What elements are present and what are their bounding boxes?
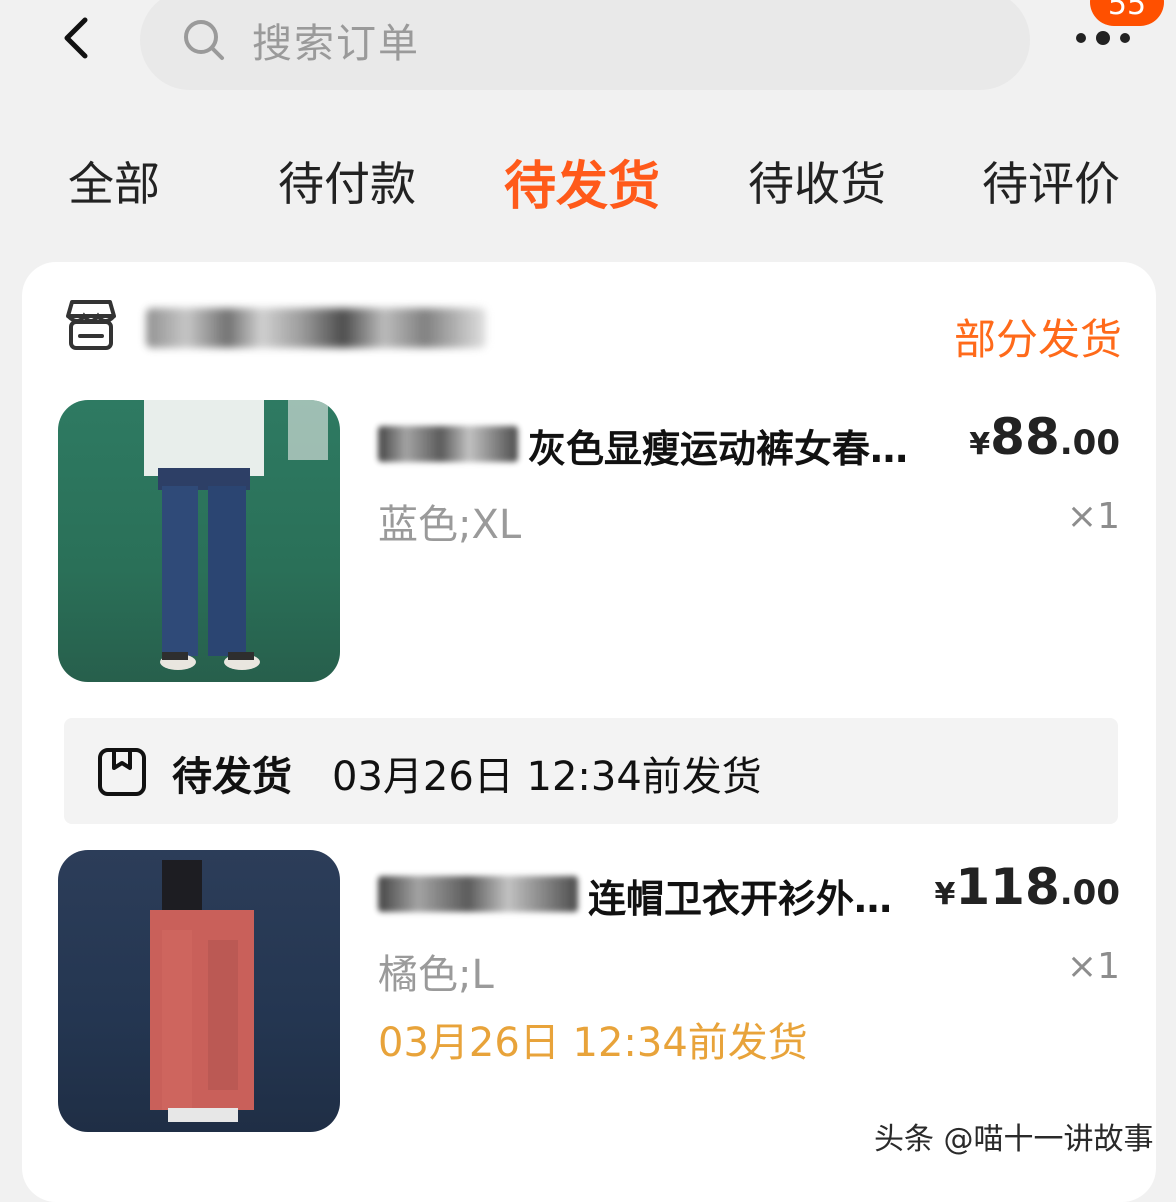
price-currency: ¥ — [969, 427, 991, 462]
chevron-left-icon — [64, 17, 88, 59]
ship-deadline: 03月26日 12:34前发货 — [378, 1020, 808, 1066]
price-decimal: .00 — [1059, 423, 1120, 463]
order-card: 部分发货 灰色显瘦运动裤女春… ¥88.00 蓝色;XL ×1 待发货 03月2… — [22, 262, 1156, 1202]
product-image[interactable] — [58, 850, 340, 1132]
search-placeholder: 搜索订单 — [252, 21, 420, 67]
shipment-deadline: 03月26日 12:34前发货 — [332, 754, 762, 800]
order-item[interactable]: 灰色显瘦运动裤女春… ¥88.00 蓝色;XL ×1 — [58, 400, 1120, 690]
order-status: 部分发货 — [953, 315, 1122, 364]
product-price: ¥88.00 — [969, 408, 1120, 466]
watermark: 头条 @喵十一讲故事 — [874, 1122, 1154, 1157]
order-tabs: 全部 待付款 待发货 待收货 待评价 — [0, 140, 1176, 230]
tab-pending-shipment[interactable]: 待发货 — [504, 144, 660, 219]
price-integer: 118 — [955, 858, 1060, 916]
top-bar: 搜索订单 55 — [0, 0, 1176, 120]
more-dot-icon — [1096, 31, 1110, 45]
tab-pending-review[interactable]: 待评价 — [982, 148, 1120, 214]
title-obscured — [378, 876, 578, 912]
store-icon — [66, 300, 116, 350]
search-icon — [184, 20, 224, 60]
shipment-label: 待发货 — [172, 754, 292, 800]
product-quantity: ×1 — [1066, 946, 1120, 987]
tab-pending-receipt[interactable]: 待收货 — [748, 148, 886, 214]
more-dot-icon — [1120, 33, 1130, 43]
price-decimal: .00 — [1059, 873, 1120, 913]
product-quantity: ×1 — [1066, 496, 1120, 537]
product-title[interactable]: 灰色显瘦运动裤女春… — [528, 418, 948, 473]
product-title[interactable]: 连帽卫衣开衫外套… — [588, 868, 928, 923]
product-sku: 橘色;L — [378, 952, 494, 998]
more-dot-icon — [1076, 33, 1086, 43]
price-currency: ¥ — [934, 877, 956, 912]
product-photo-icon — [150, 860, 254, 1122]
shipment-status-bar[interactable]: 待发货 03月26日 12:34前发货 — [64, 718, 1118, 824]
product-sku: 蓝色;XL — [378, 502, 522, 548]
product-photo-icon — [144, 400, 328, 670]
price-integer: 88 — [990, 408, 1060, 466]
store-header[interactable]: 部分发货 — [62, 292, 1122, 364]
search-input[interactable]: 搜索订单 — [140, 0, 1030, 90]
tab-pending-payment[interactable]: 待付款 — [278, 148, 416, 214]
product-price: ¥118.00 — [935, 858, 1120, 916]
title-obscured — [378, 426, 518, 462]
product-image[interactable] — [58, 400, 340, 682]
package-icon — [98, 748, 146, 796]
back-button[interactable] — [52, 8, 100, 68]
store-name-obscured — [146, 308, 486, 348]
notification-badge: 55 — [1090, 0, 1164, 26]
order-item[interactable]: 连帽卫衣开衫外套… ¥118.00 橘色;L ×1 03月26日 12:34前发… — [58, 850, 1120, 1140]
tab-all[interactable]: 全部 — [68, 148, 160, 214]
